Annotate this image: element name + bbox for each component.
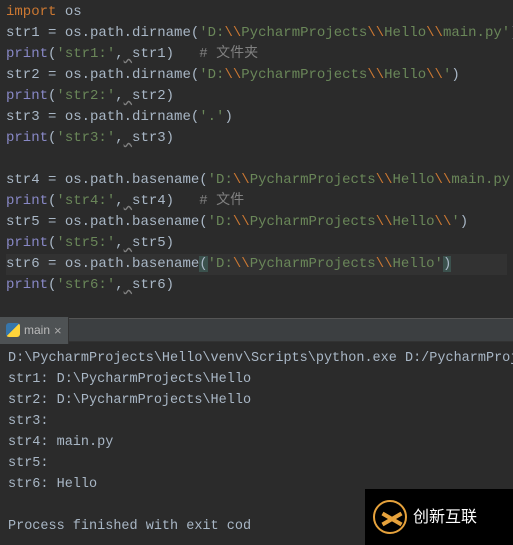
code-line[interactable]: str1 = os.path.dirname('D:\\PycharmProje… (6, 23, 507, 44)
code-line[interactable]: print('str4:', str4) # 文件 (6, 191, 507, 212)
tab-label: main (24, 320, 50, 341)
watermark-logo-icon (373, 500, 407, 534)
code-line[interactable]: print('str2:', str2) (6, 86, 507, 107)
code-line[interactable]: print('str5:', str5) (6, 233, 507, 254)
console-line: str5: (8, 453, 505, 474)
code-line[interactable]: str5 = os.path.basename('D:\\PycharmProj… (6, 212, 507, 233)
console-line: str4: main.py (8, 432, 505, 453)
code-line[interactable]: print('str1:', str1) # 文件夹 (6, 44, 507, 65)
tab-bar: main × (0, 318, 513, 342)
watermark: 创新互联 (365, 489, 513, 545)
console-line: str2: D:\PycharmProjects\Hello (8, 390, 505, 411)
code-editor[interactable]: import osstr1 = os.path.dirname('D:\\Pyc… (0, 0, 513, 298)
console-line: str3: (8, 411, 505, 432)
console-line: D:\PycharmProjects\Hello\venv\Scripts\py… (8, 348, 505, 369)
code-line[interactable]: import os (6, 2, 507, 23)
code-line[interactable]: str2 = os.path.dirname('D:\\PycharmProje… (6, 65, 507, 86)
code-line[interactable]: print('str6:', str6) (6, 275, 507, 296)
watermark-text: 创新互联 (413, 507, 477, 528)
code-line[interactable]: print('str3:', str3) (6, 128, 507, 149)
code-line[interactable]: str3 = os.path.dirname('.') (6, 107, 507, 128)
close-icon[interactable]: × (54, 320, 62, 341)
code-line[interactable]: str4 = os.path.basename('D:\\PycharmProj… (6, 170, 507, 191)
code-line[interactable] (6, 149, 507, 170)
console-line: str1: D:\PycharmProjects\Hello (8, 369, 505, 390)
code-line[interactable]: str6 = os.path.basename('D:\\PycharmProj… (6, 254, 507, 275)
python-icon (6, 323, 20, 337)
tab-main[interactable]: main × (0, 317, 69, 344)
